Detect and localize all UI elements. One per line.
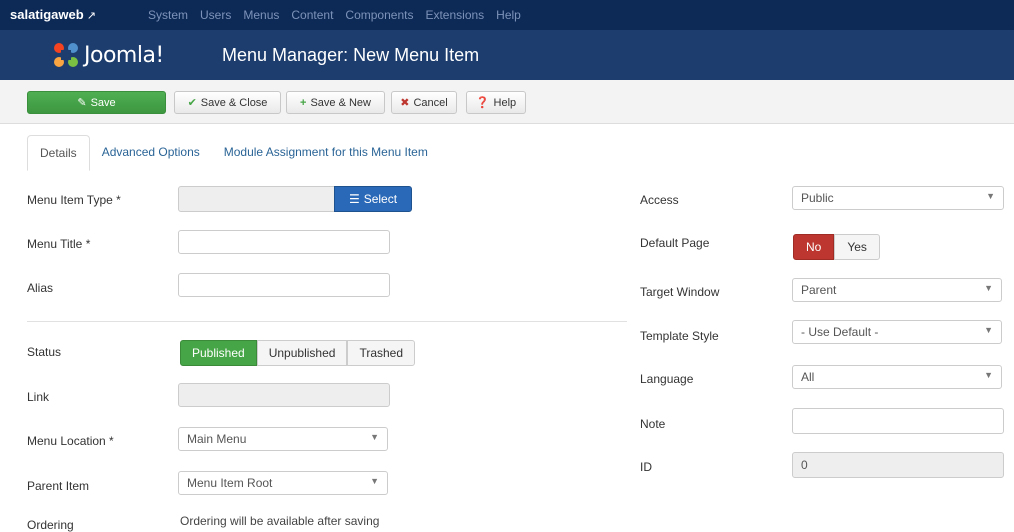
external-link-icon: ↗ xyxy=(86,10,96,22)
save-new-label: Save & New xyxy=(310,96,371,109)
chevron-down-icon: ▼ xyxy=(984,370,993,380)
edit-icon: ✎ xyxy=(77,97,87,109)
site-name[interactable]: salatigaweb xyxy=(10,7,84,22)
id-field: 0 xyxy=(792,452,1004,478)
chevron-down-icon: ▼ xyxy=(984,325,993,335)
menu-item-type-label: Menu Item Type * xyxy=(27,193,121,207)
language-label: Language xyxy=(640,372,694,386)
default-page-no[interactable]: No xyxy=(793,234,835,260)
status-label: Status xyxy=(27,345,62,359)
menu-extensions[interactable]: Extensions xyxy=(425,8,484,22)
status-published[interactable]: Published xyxy=(180,340,257,366)
target-window-select[interactable]: Parent ▼ xyxy=(792,278,1002,302)
header-bar: Joomla! Menu Manager: New Menu Item xyxy=(0,30,1014,80)
save-close-label: Save & Close xyxy=(200,96,268,109)
link-label: Link xyxy=(27,390,50,404)
section-divider xyxy=(27,321,627,322)
access-select[interactable]: Public ▼ xyxy=(792,186,1004,210)
id-value: 0 xyxy=(801,458,808,472)
tab-details[interactable]: Details xyxy=(27,135,90,171)
chevron-down-icon: ▼ xyxy=(984,283,993,293)
ordering-label: Ordering xyxy=(27,518,74,532)
access-label: Access xyxy=(640,193,679,207)
default-page-label: Default Page xyxy=(640,236,710,250)
note-label: Note xyxy=(640,417,666,431)
default-page-toggle: No Yes xyxy=(793,234,880,260)
default-page-yes[interactable]: Yes xyxy=(834,234,880,260)
save-new-button[interactable]: + Save & New xyxy=(286,91,385,114)
parent-item-value: Menu Item Root xyxy=(187,476,273,490)
save-close-button[interactable]: ✔ Save & Close xyxy=(174,91,281,114)
tab-module-assignment[interactable]: Module Assignment for this Menu Item xyxy=(212,135,440,171)
list-icon: ☰ xyxy=(348,192,360,206)
logo-text: Joomla! xyxy=(84,42,164,68)
language-select[interactable]: All ▼ xyxy=(792,365,1002,389)
note-input[interactable] xyxy=(792,408,1004,434)
status-trashed[interactable]: Trashed xyxy=(347,340,416,366)
menu-location-label: Menu Location * xyxy=(27,434,114,448)
language-value: All xyxy=(801,370,815,384)
menu-menus[interactable]: Menus xyxy=(243,8,279,22)
target-window-label: Target Window xyxy=(640,285,720,299)
tab-advanced-options[interactable]: Advanced Options xyxy=(90,135,212,171)
menu-location-value: Main Menu xyxy=(187,432,247,446)
check-icon: ✔ xyxy=(187,97,197,109)
save-button[interactable]: ✎ Save xyxy=(27,91,166,114)
parent-item-select[interactable]: Menu Item Root ▼ xyxy=(178,471,388,495)
toolbar: ✎ Save ✔ Save & Close + Save & New ✖ Can… xyxy=(0,80,1014,124)
chevron-down-icon: ▼ xyxy=(986,191,995,201)
template-style-select[interactable]: - Use Default - ▼ xyxy=(792,320,1002,344)
plus-icon: + xyxy=(300,96,307,109)
status-unpublished[interactable]: Unpublished xyxy=(256,340,348,366)
menu-item-type-field xyxy=(178,186,335,212)
ordering-note: Ordering will be available after saving xyxy=(180,514,380,528)
alias-label: Alias xyxy=(27,281,54,295)
status-toggle: Published Unpublished Trashed xyxy=(180,340,416,366)
template-style-value: - Use Default - xyxy=(801,325,879,339)
chevron-down-icon: ▼ xyxy=(370,476,379,486)
page-title: Menu Manager: New Menu Item xyxy=(222,45,480,65)
cancel-label: Cancel xyxy=(413,96,448,109)
menu-title-label: Menu Title * xyxy=(27,237,91,251)
site-link[interactable]: salatigaweb ↗ xyxy=(10,7,96,22)
joomla-logo-icon xyxy=(54,43,78,67)
menu-users[interactable]: Users xyxy=(200,8,231,22)
help-button[interactable]: ❓ Help xyxy=(466,91,526,114)
parent-item-label: Parent Item xyxy=(27,479,90,493)
template-style-label: Template Style xyxy=(640,329,719,343)
target-window-value: Parent xyxy=(801,283,837,297)
link-field xyxy=(178,383,390,407)
menu-help[interactable]: Help xyxy=(496,8,521,22)
chevron-down-icon: ▼ xyxy=(370,432,379,442)
cancel-icon: ✖ xyxy=(400,97,410,109)
menu-components[interactable]: Components xyxy=(345,8,413,22)
help-icon: ❓ xyxy=(475,97,490,109)
select-label: Select xyxy=(363,192,398,206)
admin-menu: System Users Menus Content Components Ex… xyxy=(148,8,521,22)
save-label: Save xyxy=(90,96,116,109)
top-navbar: salatigaweb ↗ System Users Menus Content … xyxy=(0,0,1014,30)
menu-title-input[interactable] xyxy=(178,230,390,254)
menu-content[interactable]: Content xyxy=(291,8,333,22)
joomla-logo[interactable]: Joomla! xyxy=(52,41,164,69)
alias-input[interactable] xyxy=(178,273,390,297)
tab-bar: Details Advanced Options Module Assignme… xyxy=(27,135,440,171)
cancel-button[interactable]: ✖ Cancel xyxy=(391,91,457,114)
select-type-button[interactable]: ☰ Select xyxy=(334,186,412,212)
menu-location-select[interactable]: Main Menu ▼ xyxy=(178,427,388,451)
id-label: ID xyxy=(640,460,652,474)
help-label: Help xyxy=(493,96,517,109)
menu-system[interactable]: System xyxy=(148,8,188,22)
access-value: Public xyxy=(801,191,834,205)
